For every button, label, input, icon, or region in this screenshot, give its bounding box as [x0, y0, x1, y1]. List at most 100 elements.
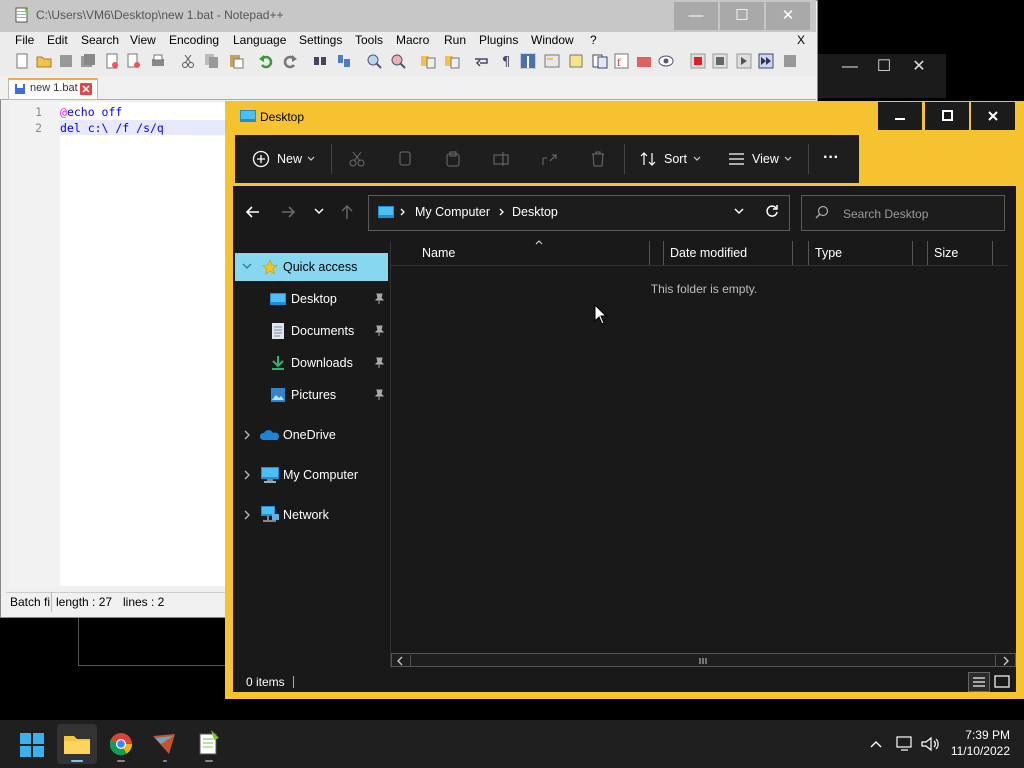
explorer-close-button[interactable]: [971, 102, 1015, 130]
close-file-icon[interactable]: [104, 53, 120, 69]
scroll-right-icon[interactable]: [1001, 656, 1011, 666]
paste-icon[interactable]: [445, 151, 461, 167]
back-icon[interactable]: [245, 205, 261, 219]
breadcrumb-desktop[interactable]: Desktop: [512, 205, 558, 219]
column-separator[interactable]: [649, 241, 650, 265]
taskbar-file-explorer[interactable]: [57, 724, 97, 764]
stop-macro-icon[interactable]: [712, 53, 728, 69]
menu-edit[interactable]: Edit: [47, 33, 68, 47]
background-maximize-button[interactable]: ☐: [870, 54, 898, 80]
details-view-icon[interactable]: [968, 672, 990, 692]
sync-horizontal-icon[interactable]: [444, 53, 460, 69]
cut-icon[interactable]: [180, 53, 196, 69]
column-separator[interactable]: [808, 241, 809, 265]
delete-icon[interactable]: [590, 151, 606, 167]
column-separator[interactable]: [992, 241, 993, 265]
save-icon[interactable]: [58, 53, 74, 69]
volume-icon[interactable]: [920, 735, 940, 753]
breadcrumb-my-computer[interactable]: My Computer: [415, 205, 490, 219]
menu-help[interactable]: ?: [590, 33, 597, 47]
close-document-button[interactable]: X: [797, 33, 805, 47]
open-file-icon[interactable]: [36, 53, 52, 69]
column-name[interactable]: Name: [422, 246, 455, 260]
notepad-minimize-button[interactable]: —: [674, 2, 718, 30]
pin-icon[interactable]: [373, 357, 385, 369]
tab-close-icon[interactable]: [80, 83, 92, 95]
pane-divider[interactable]: [390, 241, 391, 668]
taskbar-notepad-plus-plus[interactable]: [189, 724, 229, 764]
explorer-minimize-button[interactable]: [878, 102, 922, 130]
zoom-out-icon[interactable]: [390, 53, 406, 69]
view-button[interactable]: View: [752, 152, 779, 166]
column-separator[interactable]: [927, 241, 928, 265]
network-status-icon[interactable]: [895, 735, 915, 753]
background-minimize-button[interactable]: —: [836, 54, 864, 80]
menu-view[interactable]: View: [130, 33, 156, 47]
save-all-icon[interactable]: [80, 53, 96, 69]
new-button[interactable]: New: [277, 152, 302, 166]
background-close-button[interactable]: ✕: [905, 54, 933, 80]
expand-chevron-icon[interactable]: [243, 470, 251, 480]
column-date-modified[interactable]: Date modified: [670, 246, 747, 260]
sync-vertical-icon[interactable]: [420, 53, 436, 69]
system-clock[interactable]: 7:39 PM 11/10/2022: [951, 727, 1010, 759]
pin-icon[interactable]: [373, 293, 385, 305]
word-wrap-icon[interactable]: [474, 53, 490, 69]
large-icons-view-icon[interactable]: [992, 672, 1012, 692]
taskbar-app[interactable]: [145, 724, 185, 764]
refresh-icon[interactable]: [765, 204, 779, 218]
expand-chevron-icon[interactable]: [242, 263, 252, 271]
column-separator[interactable]: [663, 241, 664, 265]
run-macro-multiple-icon[interactable]: [758, 53, 774, 69]
monitoring-icon[interactable]: [658, 53, 674, 69]
menu-macro[interactable]: Macro: [396, 33, 429, 47]
copy-icon[interactable]: [397, 151, 413, 167]
column-separator[interactable]: [912, 241, 913, 265]
explorer-maximize-button[interactable]: [925, 102, 969, 130]
new-file-icon[interactable]: [14, 53, 30, 69]
pin-icon[interactable]: [373, 389, 385, 401]
menu-tools[interactable]: Tools: [355, 33, 383, 47]
pin-icon[interactable]: [373, 325, 385, 337]
notepad-maximize-button[interactable]: ☐: [720, 2, 764, 30]
paste-icon[interactable]: [228, 53, 244, 69]
view-icon[interactable]: [728, 152, 746, 166]
print-icon[interactable]: [150, 53, 166, 69]
code-line[interactable]: del c:\ /f /s/q: [60, 121, 164, 135]
column-separator[interactable]: [792, 241, 793, 265]
new-plus-icon[interactable]: [252, 150, 270, 168]
column-size[interactable]: Size: [934, 246, 958, 260]
save-macro-icon[interactable]: [782, 53, 798, 69]
cut-icon[interactable]: [349, 151, 365, 167]
document-map-icon[interactable]: [568, 53, 584, 69]
column-type[interactable]: Type: [815, 246, 842, 260]
address-dropdown-icon[interactable]: [734, 208, 744, 216]
record-macro-icon[interactable]: [690, 53, 706, 69]
function-list-icon[interactable]: f: [614, 53, 630, 69]
redo-icon[interactable]: [282, 53, 298, 69]
copy-icon[interactable]: [204, 53, 220, 69]
replace-icon[interactable]: [336, 53, 352, 69]
user-language-icon[interactable]: [544, 53, 560, 69]
indent-guide-icon[interactable]: [520, 53, 536, 69]
folder-workspace-icon[interactable]: [636, 53, 652, 69]
menu-search[interactable]: Search: [81, 33, 119, 47]
taskbar-chrome[interactable]: [101, 724, 141, 764]
show-hidden-icons-chevron-icon[interactable]: [868, 736, 884, 752]
play-macro-icon[interactable]: [736, 53, 752, 69]
undo-icon[interactable]: [258, 53, 274, 69]
recent-locations-icon[interactable]: [314, 208, 324, 216]
menu-encoding[interactable]: Encoding: [169, 33, 219, 47]
doc-list-icon[interactable]: [592, 53, 608, 69]
menu-language[interactable]: Language: [233, 33, 286, 47]
zoom-in-icon[interactable]: [366, 53, 382, 69]
code-line[interactable]: @echo off: [60, 105, 122, 119]
scroll-left-icon[interactable]: [395, 656, 405, 666]
sort-icon[interactable]: [640, 151, 658, 167]
start-button[interactable]: [12, 724, 52, 764]
more-options-button[interactable]: ···: [823, 149, 839, 167]
menu-plugins[interactable]: Plugins: [479, 33, 518, 47]
expand-chevron-icon[interactable]: [243, 510, 251, 520]
menu-run[interactable]: Run: [444, 33, 466, 47]
up-icon[interactable]: [341, 204, 353, 220]
